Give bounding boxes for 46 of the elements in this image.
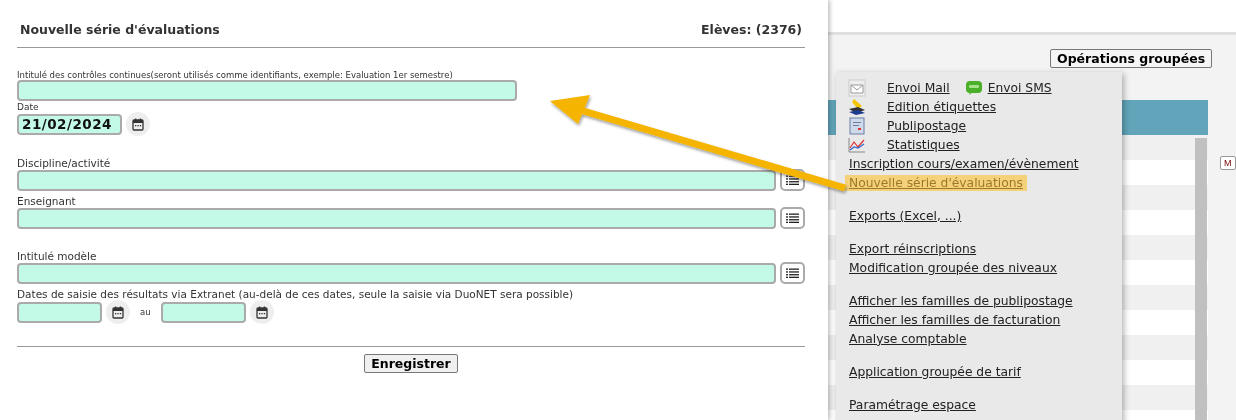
menu-item[interactable]: Publipostage xyxy=(886,117,968,134)
menu-item[interactable]: Envoi SMS xyxy=(986,79,1053,96)
field-label: Date xyxy=(17,102,40,112)
menu-item[interactable]: Export réinscriptions xyxy=(848,240,978,257)
input-field[interactable] xyxy=(17,262,777,284)
form-title: Nouvelle série d'évaluations xyxy=(20,22,220,37)
student-count: Elèves: (2376) xyxy=(701,22,802,37)
date-field[interactable] xyxy=(160,301,246,323)
menu-item[interactable]: Afficher les familles de facturation xyxy=(848,311,1062,328)
menu-item[interactable]: Statistiques xyxy=(886,136,961,153)
list-icon xyxy=(786,175,799,185)
save-button[interactable]: Enregistrer xyxy=(364,354,458,373)
field-label: Dates de saisie des résultats via Extranet (au-delà de ces dates, seule la saisie via DuoNET sera possible) xyxy=(17,288,575,300)
menu-item[interactable]: Analyse comptable xyxy=(848,330,968,347)
menu-item[interactable]: Inscription cours/examen/évènement xyxy=(848,155,1080,172)
calendar-icon[interactable] xyxy=(249,300,274,324)
field-label: Discipline/activité xyxy=(17,157,112,169)
menu-item[interactable]: Envoi Mail xyxy=(886,79,951,96)
input-field[interactable] xyxy=(17,207,777,229)
list-icon xyxy=(786,213,799,223)
menu-item[interactable]: Afficher les familles de publipostage xyxy=(848,292,1074,309)
side-button[interactable]: M xyxy=(1220,156,1236,170)
field-label: Intitulé modèle xyxy=(17,250,98,262)
group-operations-button[interactable]: Opérations groupées xyxy=(1050,49,1213,68)
line-chart-icon xyxy=(848,136,866,153)
menu-item[interactable]: Edition étiquettes xyxy=(886,98,998,115)
envelope-icon xyxy=(848,78,866,97)
list-button[interactable] xyxy=(780,262,805,284)
date-separator: au xyxy=(140,307,151,317)
document-icon xyxy=(848,116,866,135)
input-field[interactable] xyxy=(17,169,777,191)
chat-bubble-icon xyxy=(964,79,983,96)
date-field[interactable] xyxy=(17,301,102,323)
date-field[interactable]: 21/02/2024 xyxy=(17,113,122,135)
calendar-icon[interactable] xyxy=(106,300,130,324)
list-icon xyxy=(786,268,799,278)
list-button[interactable] xyxy=(780,207,805,229)
calendar-icon[interactable] xyxy=(126,112,150,136)
menu-item[interactable]: Exports (Excel, ...) xyxy=(848,207,963,224)
menu-item[interactable]: Modification groupée des niveaux xyxy=(848,259,1058,276)
labels-icon xyxy=(848,97,866,116)
field-label: Intitulé des contrôles continues(seront utilisés comme identifiants, exemple: Evaluation 1er semestre) xyxy=(17,70,454,80)
menu-item[interactable]: Paramétrage espace xyxy=(848,396,977,413)
input-field[interactable] xyxy=(17,80,517,101)
field-label: Enseignant xyxy=(17,195,77,207)
menu-item[interactable]: Application groupée de tarif xyxy=(848,363,1022,380)
